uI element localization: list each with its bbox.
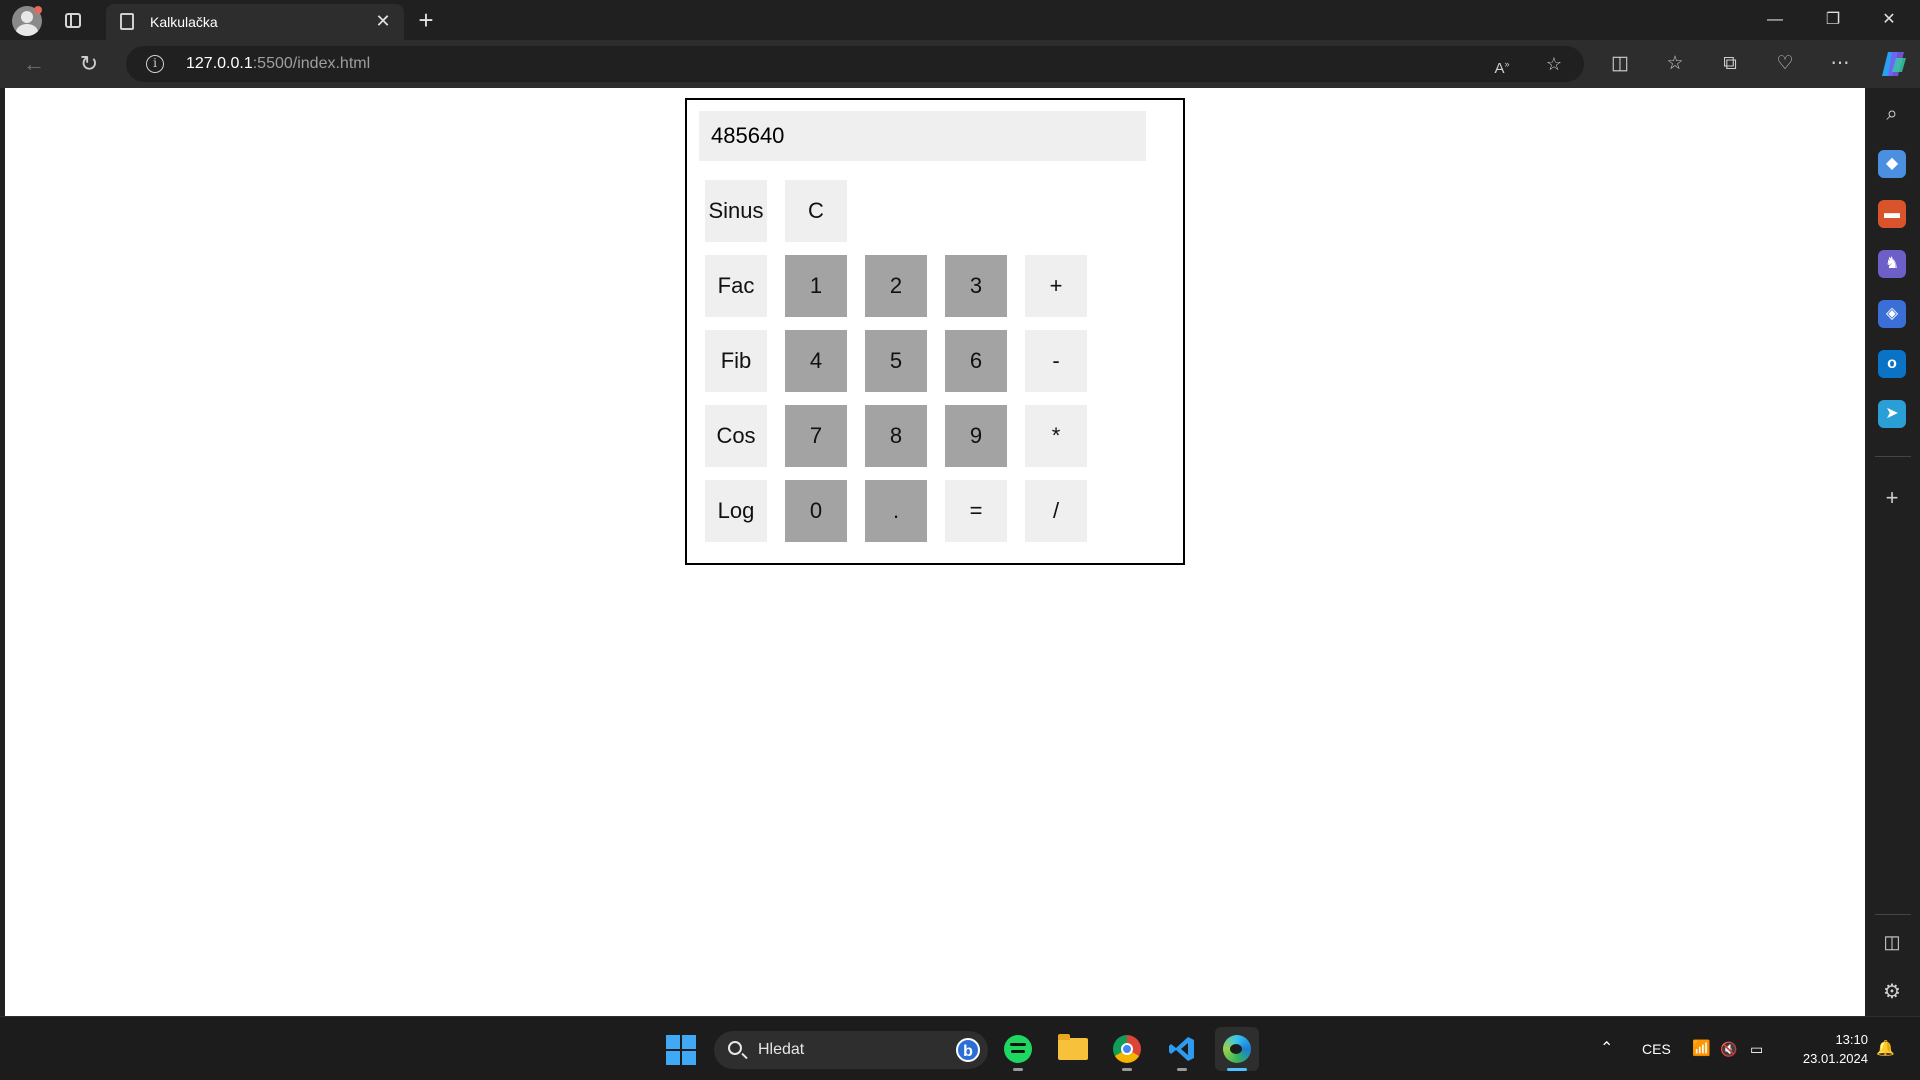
- digit-0-button[interactable]: 0: [785, 480, 847, 542]
- digit-5-button[interactable]: 5: [865, 330, 927, 392]
- digit-3-button[interactable]: 3: [945, 255, 1007, 317]
- split-screen-icon[interactable]: ◫: [1604, 48, 1636, 80]
- close-window-button[interactable]: ✕: [1866, 2, 1912, 38]
- shopping-tag-icon[interactable]: ◆: [1878, 150, 1906, 178]
- read-aloud-icon[interactable]: A»: [1490, 52, 1514, 77]
- clear-button[interactable]: C: [785, 180, 847, 242]
- log-button[interactable]: Log: [705, 480, 767, 542]
- edge-sidebar: ⌕ ◆ ▬ ♞ ◈ o ➤ + ◫ ⚙: [1865, 88, 1920, 1016]
- wifi-icon[interactable]: 📶: [1692, 1017, 1711, 1080]
- decimal-point-button[interactable]: .: [865, 480, 927, 542]
- minus-button[interactable]: -: [1025, 330, 1087, 392]
- tab-title: Kalkulačka: [150, 14, 218, 30]
- digit-6-button[interactable]: 6: [945, 330, 1007, 392]
- digit-8-button[interactable]: 8: [865, 405, 927, 467]
- outlook-icon[interactable]: o: [1878, 350, 1906, 378]
- sidebar-search-icon[interactable]: ⌕: [1878, 100, 1906, 128]
- digit-2-button[interactable]: 2: [865, 255, 927, 317]
- input-language[interactable]: CES: [1642, 1017, 1671, 1080]
- microsoft365-icon[interactable]: ◈: [1878, 300, 1906, 328]
- notification-bell-icon[interactable]: 🔔: [1876, 1017, 1895, 1080]
- cosine-button[interactable]: Cos: [705, 405, 767, 467]
- bing-icon[interactable]: b: [956, 1038, 980, 1062]
- plus-button[interactable]: +: [1025, 255, 1087, 317]
- profile-notification-dot: [34, 6, 42, 14]
- copilot-icon[interactable]: [1878, 48, 1910, 80]
- equals-button[interactable]: =: [945, 480, 1007, 542]
- factorial-button[interactable]: Fac: [705, 255, 767, 317]
- vscode-app-icon[interactable]: [1160, 1027, 1204, 1071]
- sinus-button[interactable]: Sinus: [705, 180, 767, 242]
- calculator: 485640 Sinus C Fac 1 2 3 + Fib 4 5 6 - C…: [685, 98, 1185, 565]
- address-bar[interactable]: i 127.0.0.1:5500/index.html A» ☆: [126, 46, 1584, 82]
- show-hidden-icons-chevron-up-icon[interactable]: ⌃: [1600, 1017, 1613, 1080]
- browser-toolbar: ← ↻ i 127.0.0.1:5500/index.html A» ☆ ◫ ☆…: [0, 40, 1920, 88]
- digit-4-button[interactable]: 4: [785, 330, 847, 392]
- clock-date: 23.01.2024: [1802, 1051, 1868, 1066]
- restore-button[interactable]: ❐: [1810, 2, 1856, 38]
- search-icon: [728, 1041, 742, 1055]
- title-bar: Kalkulačka ✕ + — ❐ ✕: [0, 0, 1920, 40]
- tools-briefcase-icon[interactable]: ▬: [1878, 200, 1906, 228]
- search-placeholder: Hledat: [758, 1041, 805, 1058]
- tab-close-icon[interactable]: ✕: [372, 10, 394, 32]
- page-viewport: 485640 Sinus C Fac 1 2 3 + Fib 4 5 6 - C…: [5, 88, 1865, 1016]
- sidebar-divider: [1875, 456, 1911, 457]
- digit-1-button[interactable]: 1: [785, 255, 847, 317]
- fibonacci-button[interactable]: Fib: [705, 330, 767, 392]
- windows-start-icon[interactable]: [666, 1035, 696, 1065]
- browser-tab-active[interactable]: Kalkulačka ✕: [106, 4, 404, 40]
- digit-7-button[interactable]: 7: [785, 405, 847, 467]
- browser-essentials-icon[interactable]: ♡: [1769, 48, 1801, 80]
- site-info-icon[interactable]: i: [146, 55, 164, 73]
- divide-button[interactable]: /: [1025, 480, 1087, 542]
- hide-sidebar-icon[interactable]: ◫: [1878, 928, 1906, 956]
- add-sidebar-app-icon[interactable]: +: [1878, 484, 1906, 512]
- sidebar-divider-bottom: [1875, 914, 1911, 915]
- digit-9-button[interactable]: 9: [945, 405, 1007, 467]
- new-tab-button[interactable]: +: [412, 4, 440, 36]
- back-arrow-icon[interactable]: ←: [18, 48, 50, 80]
- more-options-icon[interactable]: ⋯: [1824, 48, 1856, 80]
- games-chess-icon[interactable]: ♞: [1878, 250, 1906, 278]
- collections-icon[interactable]: ⧉: [1714, 48, 1746, 80]
- file-explorer-icon[interactable]: [1050, 1027, 1094, 1071]
- windows-taskbar: Hledat b ⌃ CES 📶 🔇 ▭ 13:10 23.01.2024 🔔: [0, 1016, 1920, 1080]
- tab-actions-icon[interactable]: [62, 10, 86, 32]
- sidebar-settings-gear-icon[interactable]: ⚙: [1878, 978, 1906, 1006]
- edge-app-icon[interactable]: [1215, 1027, 1259, 1071]
- battery-icon[interactable]: ▭: [1750, 1017, 1763, 1080]
- drop-send-icon[interactable]: ➤: [1878, 400, 1906, 428]
- favorite-star-icon[interactable]: ☆: [1542, 52, 1566, 76]
- volume-muted-icon[interactable]: 🔇: [1720, 1017, 1737, 1080]
- system-clock[interactable]: 13:10 23.01.2024: [1786, 1030, 1868, 1068]
- spotify-app-icon[interactable]: [996, 1027, 1040, 1071]
- taskbar-search-box[interactable]: Hledat b: [714, 1031, 988, 1069]
- calculator-display[interactable]: 485640: [699, 111, 1146, 161]
- url-text[interactable]: 127.0.0.1:5500/index.html: [186, 55, 370, 73]
- multiply-button[interactable]: *: [1025, 405, 1087, 467]
- reload-icon[interactable]: ↻: [73, 48, 105, 80]
- page-document-icon: [120, 13, 134, 30]
- chrome-app-icon[interactable]: [1105, 1027, 1149, 1071]
- minimize-button[interactable]: —: [1752, 2, 1798, 38]
- clock-time: 13:10: [1835, 1032, 1868, 1047]
- favorites-list-icon[interactable]: ☆: [1659, 48, 1691, 80]
